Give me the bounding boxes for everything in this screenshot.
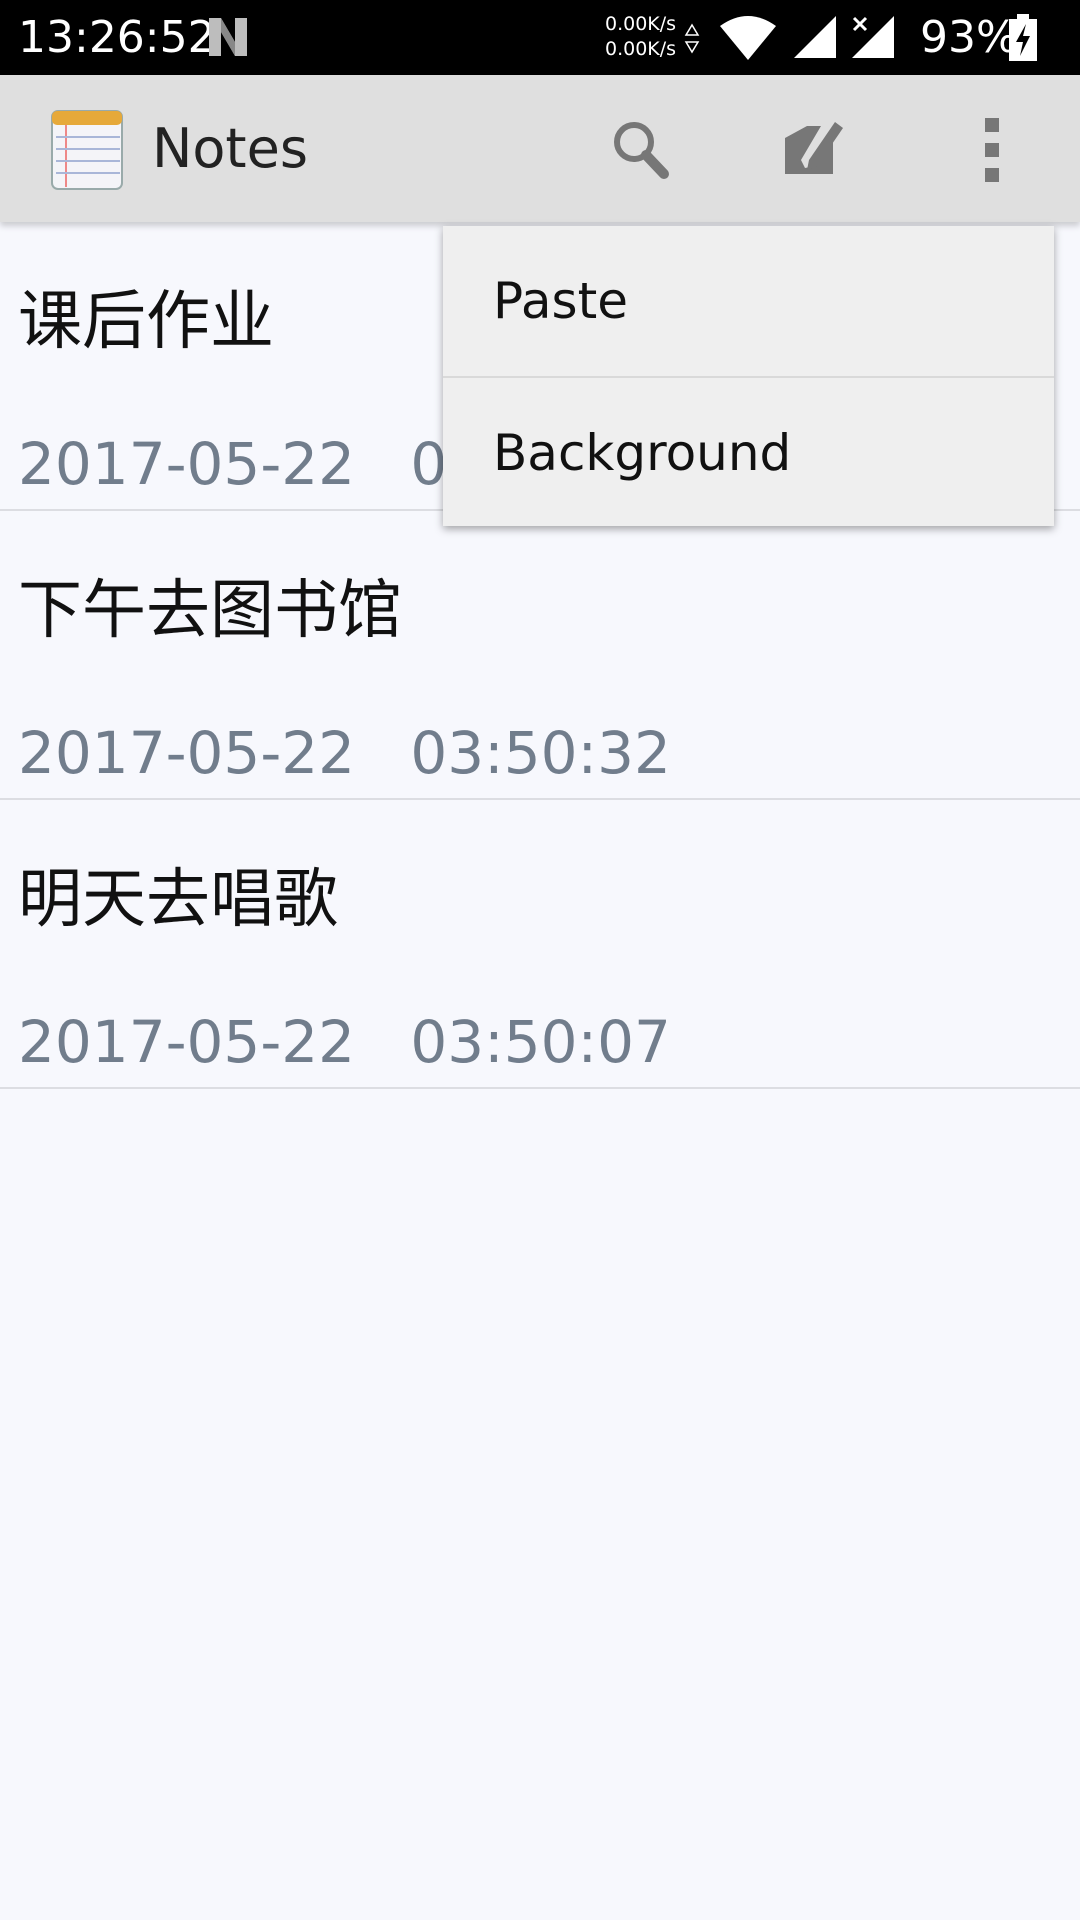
- notepad-icon[interactable]: [50, 107, 124, 191]
- battery-percent: 93%: [920, 12, 1018, 63]
- note-date: 2017-05-22 03:50:07: [18, 1008, 671, 1076]
- page-title: Notes: [152, 117, 308, 180]
- menu-item-background[interactable]: Background: [443, 376, 1054, 526]
- wifi-icon: [720, 16, 776, 60]
- note-title: 课后作业: [18, 285, 274, 359]
- note-title: 下午去图书馆: [18, 574, 402, 648]
- list-item[interactable]: 明天去唱歌 2017-05-22 03:50:07: [0, 800, 1080, 1089]
- battery-charging-icon: [1009, 14, 1037, 61]
- note-title: 明天去唱歌: [18, 863, 338, 937]
- signal-icon: [794, 16, 836, 58]
- signal-x-icon: [852, 16, 894, 58]
- net-up-text: 0.00K/s: [605, 13, 677, 35]
- network-speed: 0.00K/s 0.00K/s: [605, 12, 685, 62]
- overflow-menu-icon[interactable]: [952, 110, 1032, 190]
- status-bar: 13:26:52 0.00K/s 0.00K/s 93%: [0, 0, 1080, 75]
- note-date: 2017-05-22 03:50:32: [18, 719, 671, 787]
- menu-item-paste[interactable]: Paste: [443, 226, 1054, 376]
- search-icon[interactable]: [600, 110, 680, 190]
- overflow-menu: Paste Background: [443, 226, 1054, 526]
- compose-icon[interactable]: [775, 110, 855, 190]
- n-icon: [209, 18, 247, 56]
- net-arrows-icon: [684, 23, 700, 54]
- list-item[interactable]: 下午去图书馆 2017-05-22 03:50:32: [0, 511, 1080, 800]
- status-time: 13:26:52: [18, 12, 216, 63]
- net-down-text: 0.00K/s: [605, 38, 677, 60]
- action-bar: Notes: [0, 75, 1080, 222]
